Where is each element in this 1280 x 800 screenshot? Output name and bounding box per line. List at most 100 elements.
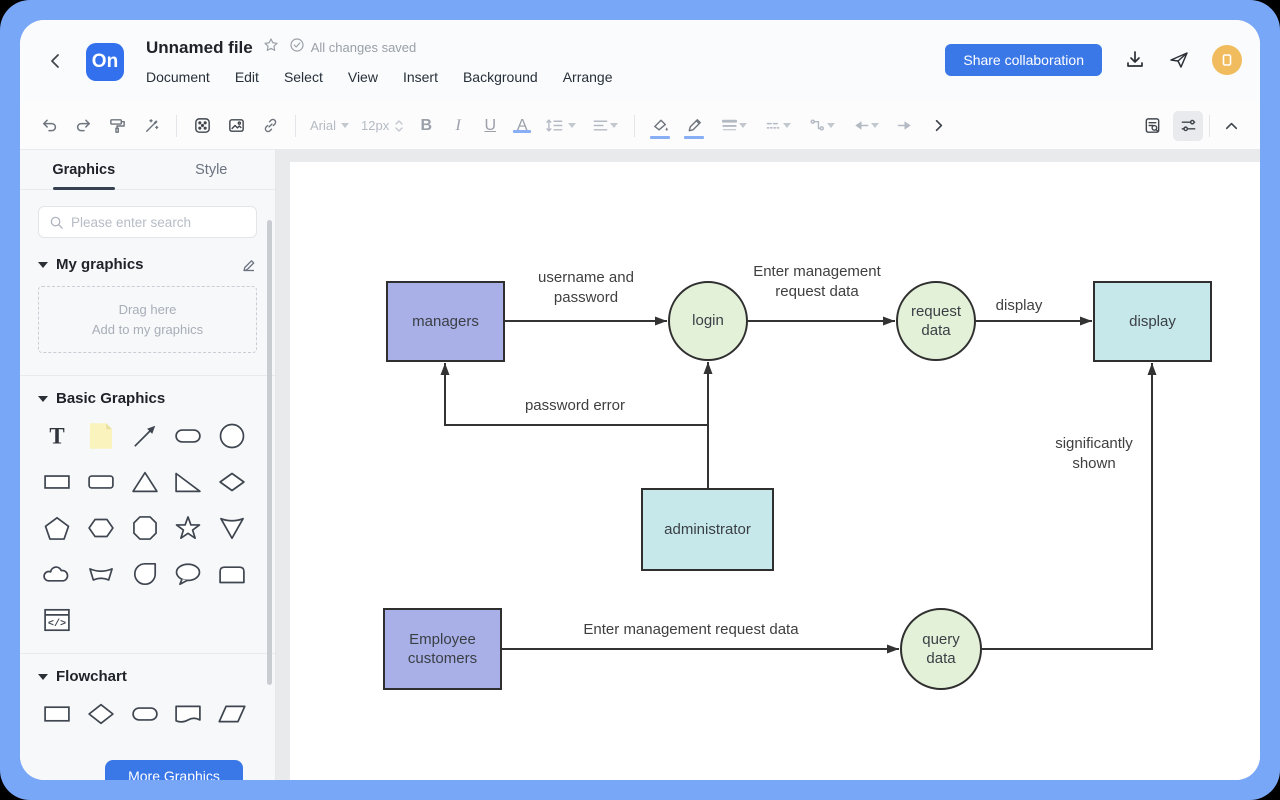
shape-arc-banner[interactable] (82, 555, 120, 593)
shape-hexagon[interactable] (82, 509, 120, 547)
avatar[interactable] (1212, 45, 1242, 75)
drag-drop-zone[interactable]: Drag here Add to my graphics (38, 286, 257, 353)
line-spacing-icon[interactable] (540, 111, 580, 141)
shape-teardrop[interactable] (126, 555, 164, 593)
back-icon[interactable] (46, 51, 66, 71)
font-family-dropdown[interactable]: Arial (306, 118, 353, 133)
shape-terminator[interactable] (126, 695, 164, 733)
magic-wand-icon[interactable] (136, 111, 166, 141)
my-graphics-header: My graphics (38, 256, 257, 273)
collapse-triangle-icon[interactable] (38, 396, 48, 402)
edge-label-username-password[interactable]: username and password (516, 268, 656, 309)
shape-decision[interactable] (82, 695, 120, 733)
shape-card[interactable] (213, 555, 251, 593)
menu-document[interactable]: Document (146, 69, 210, 85)
node-managers[interactable]: managers (386, 281, 505, 362)
shape-arrow[interactable] (126, 417, 164, 455)
window-frame: On Unnamed file All changes saved Docume… (0, 0, 1280, 800)
shape-circle[interactable] (213, 417, 251, 455)
redo-icon[interactable] (68, 111, 98, 141)
sidebar-scrollbar[interactable] (267, 220, 272, 685)
collapse-triangle-icon[interactable] (38, 674, 48, 680)
shape-document[interactable] (169, 695, 207, 733)
chevron-down-icon (783, 123, 791, 128)
line-style-icon[interactable] (757, 111, 797, 141)
shape-rounded-rectangle[interactable] (82, 463, 120, 501)
image-icon[interactable] (221, 111, 251, 141)
arrow-start-icon[interactable] (845, 111, 885, 141)
header-actions: Share collaboration (945, 44, 1242, 76)
share-collaboration-button[interactable]: Share collaboration (945, 44, 1102, 76)
star-icon[interactable] (263, 37, 279, 58)
shape-diamond[interactable] (213, 463, 251, 501)
shape-note[interactable] (82, 417, 120, 455)
pattern-icon[interactable] (187, 111, 217, 141)
menu-bar: Document Edit Select View Insert Backgro… (146, 69, 613, 85)
shape-speech-bubble[interactable] (169, 555, 207, 593)
font-color-button[interactable]: A (508, 117, 536, 135)
collapse-triangle-icon[interactable] (38, 262, 48, 268)
document-title[interactable]: Unnamed file (146, 38, 253, 58)
node-employee-customers[interactable]: Employee customers (383, 608, 502, 690)
shape-pentagon[interactable] (38, 509, 76, 547)
edit-pencil-icon[interactable] (241, 257, 257, 273)
edge-label-significantly-shown[interactable]: significantly shown (1034, 434, 1154, 475)
menu-select[interactable]: Select (284, 69, 323, 85)
download-icon[interactable] (1124, 49, 1146, 71)
shape-rectangle[interactable] (38, 463, 76, 501)
arrow-end-icon[interactable] (889, 111, 919, 141)
menu-edit[interactable]: Edit (235, 69, 259, 85)
edge-label-password-error[interactable]: password error (515, 396, 635, 416)
more-graphics-button[interactable]: More Graphics (105, 760, 243, 780)
align-icon[interactable] (584, 111, 624, 141)
edge-label-display[interactable]: display (989, 296, 1049, 316)
fill-color-icon[interactable] (645, 111, 675, 141)
shape-star[interactable] (169, 509, 207, 547)
node-query-data[interactable]: query data (900, 608, 982, 690)
line-width-icon[interactable] (713, 111, 753, 141)
edge-label-enter-management-bottom[interactable]: Enter management request data (566, 620, 816, 640)
find-icon[interactable] (1137, 111, 1167, 141)
tab-style[interactable]: Style (148, 150, 276, 189)
underline-button[interactable]: U (476, 117, 504, 135)
bold-button[interactable]: B (412, 117, 440, 135)
connector-icon[interactable] (801, 111, 841, 141)
shape-code-block[interactable]: </> (38, 601, 76, 639)
settings-icon[interactable] (1173, 111, 1203, 141)
send-icon[interactable] (1168, 49, 1190, 71)
shape-octagon[interactable] (126, 509, 164, 547)
node-login[interactable]: login (668, 281, 748, 361)
stroke-color-icon[interactable] (679, 111, 709, 141)
node-administrator[interactable]: administrator (641, 488, 774, 571)
canvas[interactable]: managers login request data display admi… (290, 162, 1260, 780)
font-color-bar (513, 130, 531, 133)
undo-icon[interactable] (34, 111, 64, 141)
shape-cone[interactable] (213, 509, 251, 547)
node-display[interactable]: display (1093, 281, 1212, 362)
node-request-data[interactable]: request data (896, 281, 976, 361)
menu-arrange[interactable]: Arrange (563, 69, 613, 85)
edge-label-enter-management-top[interactable]: Enter management request data (737, 262, 897, 303)
shape-text[interactable]: T (38, 417, 76, 455)
menu-view[interactable]: View (348, 69, 378, 85)
shape-cloud[interactable] (38, 555, 76, 593)
menu-background[interactable]: Background (463, 69, 538, 85)
toolbar-divider (634, 115, 635, 137)
shape-pill[interactable] (169, 417, 207, 455)
link-icon[interactable] (255, 111, 285, 141)
edge-query-display (982, 363, 1152, 649)
shape-triangle[interactable] (126, 463, 164, 501)
menu-insert[interactable]: Insert (403, 69, 438, 85)
search-box[interactable] (38, 206, 257, 238)
more-icon[interactable] (923, 111, 953, 141)
tab-graphics[interactable]: Graphics (20, 150, 148, 189)
app-logo[interactable]: On (86, 43, 124, 81)
search-input[interactable] (71, 215, 246, 230)
shape-data[interactable] (213, 695, 251, 733)
format-painter-icon[interactable] (102, 111, 132, 141)
font-size-stepper[interactable]: 12px (357, 118, 408, 133)
shape-process[interactable] (38, 695, 76, 733)
collapse-icon[interactable] (1216, 111, 1246, 141)
italic-button[interactable]: I (444, 117, 472, 135)
shape-right-triangle[interactable] (169, 463, 207, 501)
